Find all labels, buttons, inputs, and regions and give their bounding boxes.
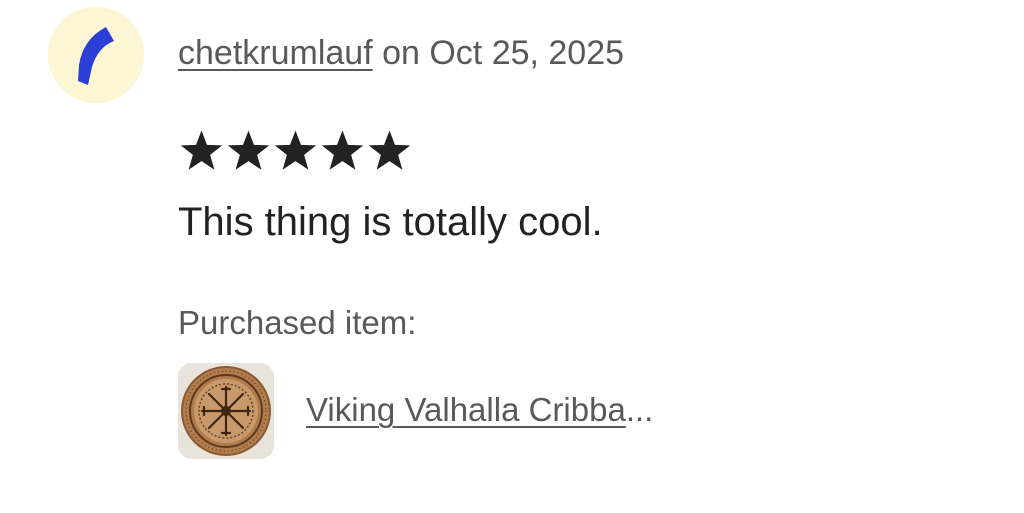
star-icon — [321, 130, 364, 170]
item-title: Viking Valhalla Cribba — [306, 391, 626, 428]
purchased-item-label: Purchased item: — [178, 304, 417, 341]
star-rating — [178, 127, 413, 175]
item-thumbnail[interactable] — [178, 363, 274, 459]
item-title-ellipsis: ... — [625, 391, 654, 428]
purchased-item-link[interactable]: Viking Valhalla Cribba... — [306, 388, 653, 432]
star-icon — [227, 130, 270, 170]
review-text: This thing is totally cool. — [178, 200, 603, 244]
star-icon — [180, 130, 223, 170]
username-link[interactable]: chetkrumlauf — [178, 34, 373, 72]
user-avatar[interactable] — [48, 7, 144, 103]
star-icon — [368, 130, 411, 170]
avatar-icon — [48, 7, 144, 103]
star-icon — [274, 130, 317, 170]
viking-cribbage-board-thumbnail-icon — [178, 363, 274, 459]
review-card: chetkrumlauf on Oct 25, 2025 This thing … — [0, 0, 1024, 513]
review-meta: chetkrumlauf on Oct 25, 2025 — [178, 31, 624, 75]
review-date: on Oct 25, 2025 — [372, 34, 625, 72]
